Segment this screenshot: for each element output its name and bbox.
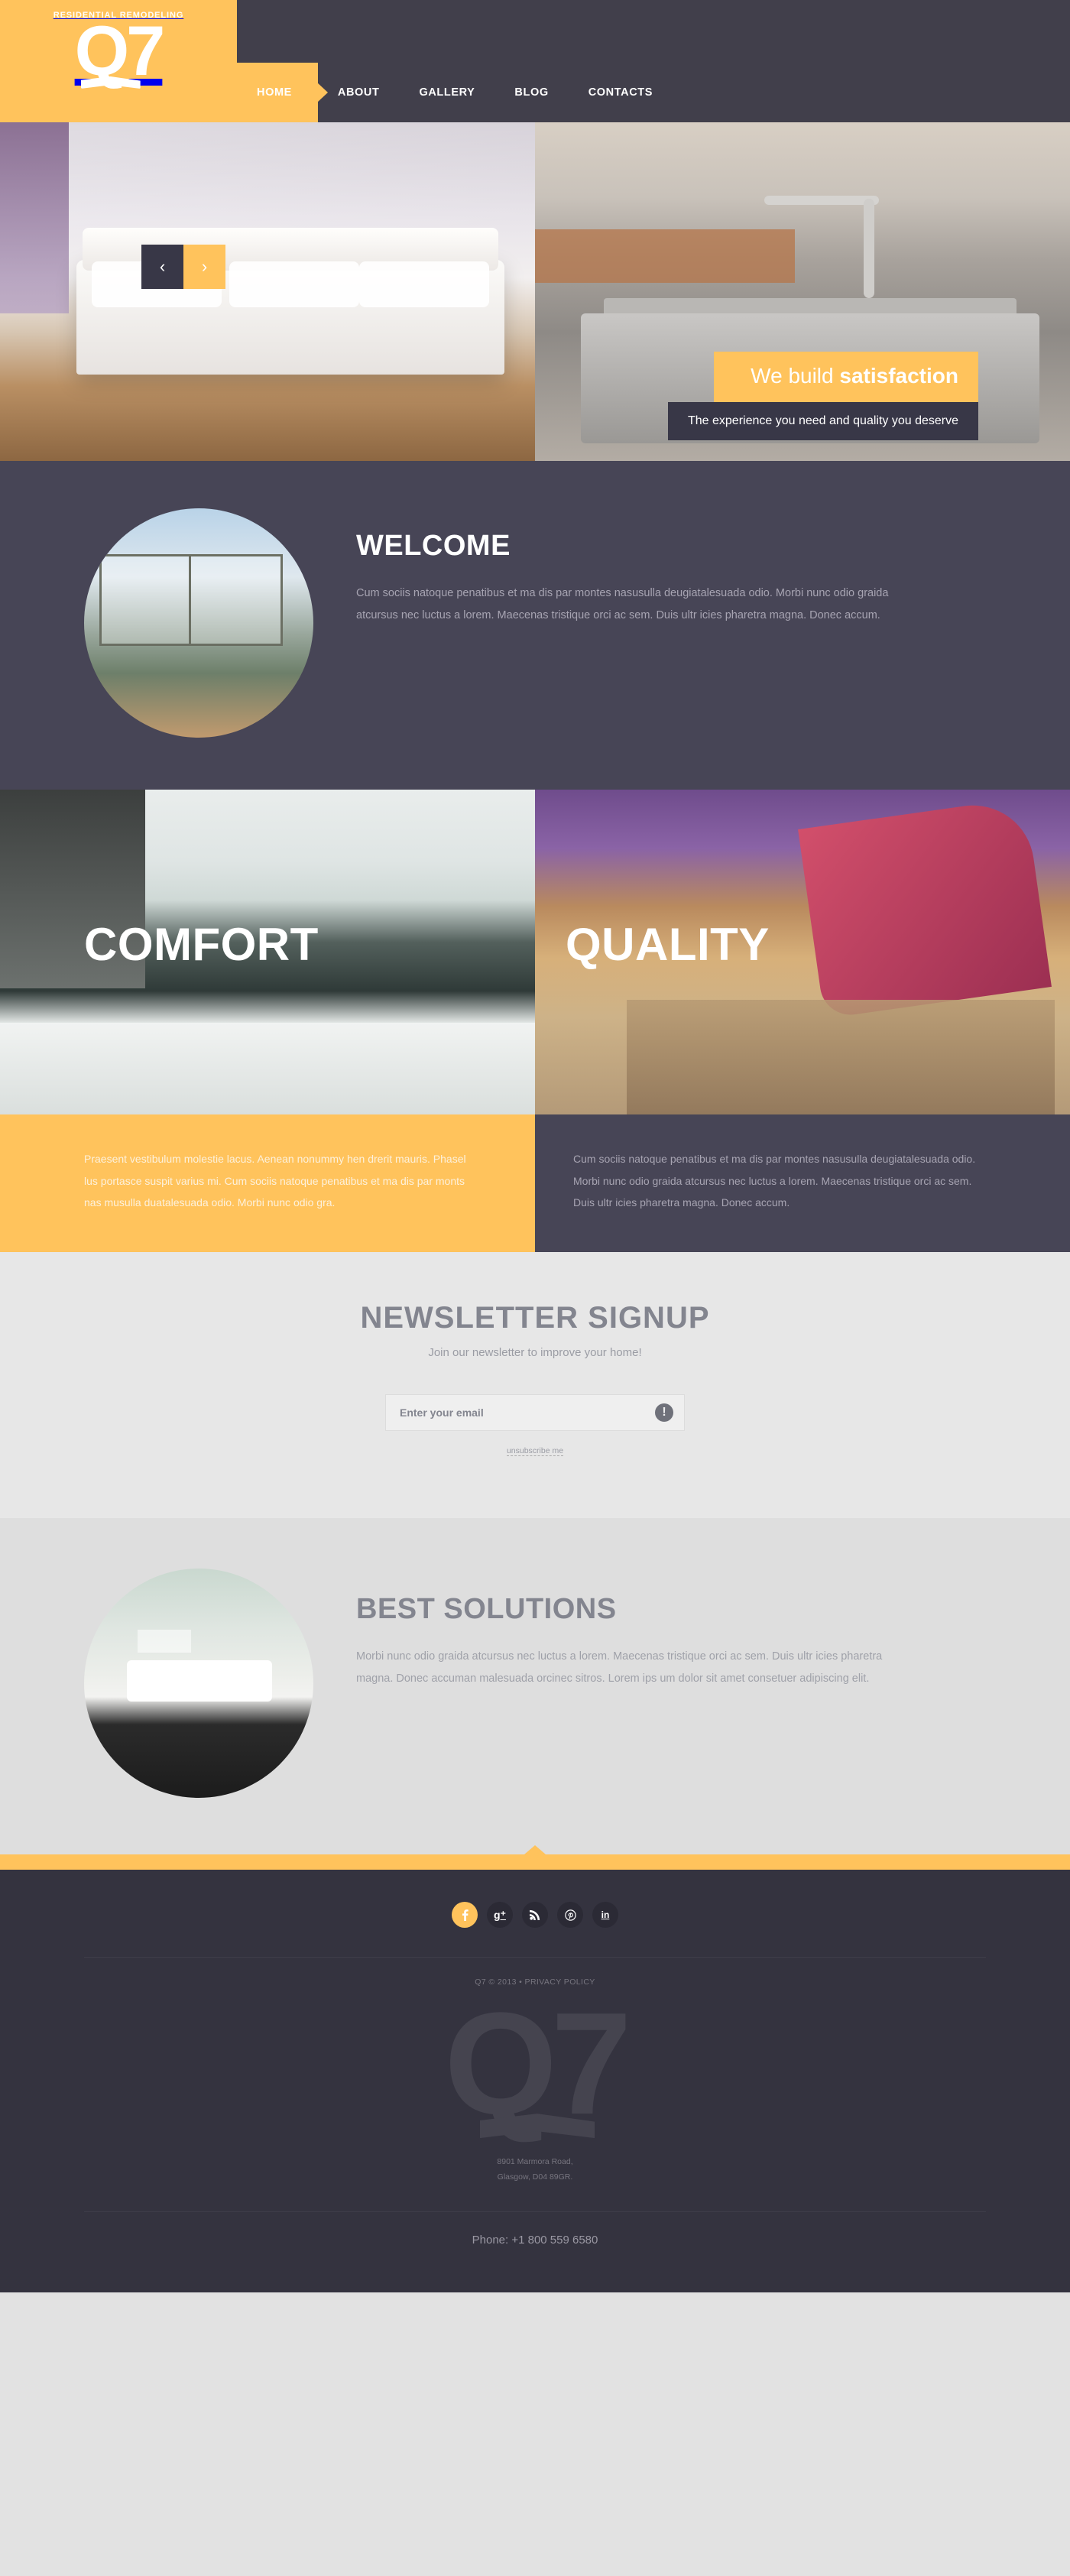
footer-address: 8901 Marmora Road, Glasgow, D04 89GR. — [0, 2155, 1070, 2185]
pinterest-icon[interactable] — [557, 1902, 583, 1929]
slider-next-button[interactable]: › — [183, 245, 225, 289]
nav-item-gallery[interactable]: GALLERY — [399, 63, 494, 122]
google-plus-icon[interactable]: g⁺ — [487, 1902, 513, 1929]
section-divider-bar — [0, 1854, 1070, 1870]
slide-caption-subtitle: The experience you need and quality you … — [667, 402, 978, 440]
welcome-body: WELCOME Cum sociis natoque penatibus et … — [356, 508, 891, 627]
rss-icon[interactable] — [522, 1902, 548, 1929]
email-input[interactable] — [386, 1395, 655, 1431]
slide-caption: We build satisfaction The experience you… — [667, 352, 978, 440]
caption-lead-text: We build — [751, 364, 840, 388]
comfort-image: COMFORT — [0, 790, 535, 1114]
site-header: RESIDENTIAL REMODELING Q7 HOME ABOUT GAL… — [0, 0, 1070, 122]
nav-item-contacts[interactable]: CONTACTS — [569, 63, 673, 122]
main-navigation: HOME ABOUT GALLERY BLOG CONTACTS — [237, 63, 673, 122]
quality-text: Cum sociis natoque penatibus et ma dis p… — [535, 1114, 1070, 1253]
quality-image: QUALITY — [535, 790, 1070, 1114]
chevron-right-icon: › — [201, 257, 208, 276]
chevron-left-icon: ‹ — [159, 257, 166, 276]
address-line-2: Glasgow, D04 89GR. — [497, 2172, 573, 2182]
page-root: RESIDENTIAL REMODELING Q7 HOME ABOUT GAL… — [0, 0, 1070, 2292]
footer-divider — [84, 1957, 986, 1958]
best-solutions-image — [84, 1569, 313, 1799]
comfort-text: Praesent vestibulum molestie lacus. Aene… — [0, 1114, 535, 1253]
footer-watermark-logo: Q7 — [0, 1991, 1070, 2139]
newsletter-title: NEWSLETTER SIGNUP — [360, 1301, 710, 1335]
nav-item-about[interactable]: ABOUT — [318, 63, 400, 122]
cushion-shape — [359, 261, 489, 307]
newsletter-submit-button[interactable]: ! — [655, 1403, 673, 1423]
newsletter-section: NEWSLETTER SIGNUP Join our newsletter to… — [0, 1252, 1070, 1519]
slide-living-room-photo — [0, 122, 535, 461]
best-body: BEST SOLUTIONS Morbi nunc odio graida at… — [356, 1569, 922, 1690]
faucet-shape — [864, 199, 874, 298]
logo[interactable]: RESIDENTIAL REMODELING Q7 — [0, 0, 237, 122]
welcome-text: Cum sociis natoque penatibus et ma dis p… — [356, 587, 889, 621]
best-row: BEST SOLUTIONS Morbi nunc odio graida at… — [61, 1569, 1009, 1799]
feature-quality: QUALITY Cum sociis natoque penatibus et … — [535, 790, 1070, 1253]
welcome-section: WELCOME Cum sociis natoque penatibus et … — [0, 461, 1070, 790]
counter-shape — [535, 229, 795, 283]
basin-shape — [127, 1660, 272, 1702]
cushion-shape — [229, 261, 359, 307]
newsletter-subtitle: Join our newsletter to improve your home… — [428, 1346, 642, 1360]
nav-item-blog[interactable]: BLOG — [494, 63, 568, 122]
unsubscribe-link[interactable]: unsubscribe me — [506, 1446, 564, 1457]
features-section: COMFORT Praesent vestibulum molestie lac… — [0, 790, 1070, 1253]
best-solutions-text: Morbi nunc odio graida atcursus nec luct… — [356, 1650, 883, 1685]
logo-text: Q7 — [74, 12, 166, 90]
faucet-arm-shape — [764, 196, 879, 205]
slide-caption-title: We build satisfaction — [713, 352, 978, 402]
slider-controls: ‹ › — [141, 245, 225, 289]
best-solutions-section: BEST SOLUTIONS Morbi nunc odio graida at… — [0, 1518, 1070, 1855]
hero-slider: ‹ › We build satisfaction The experience… — [0, 122, 1070, 461]
logo-mark: Q7 — [74, 12, 166, 90]
google-plus-glyph: g⁺ — [494, 1909, 506, 1922]
linkedin-glyph: in — [601, 1909, 610, 1921]
quality-title: QUALITY — [566, 919, 770, 970]
nav-item-home[interactable]: HOME — [237, 63, 318, 122]
slider-prev-button[interactable]: ‹ — [141, 245, 183, 289]
comfort-title: COMFORT — [84, 919, 319, 970]
tile-shape — [138, 1630, 191, 1653]
site-footer: g⁺ in Q7 © 2013 • PRIVACY POLICY Q7 8901… — [0, 1870, 1070, 2292]
caption-strong-text: satisfaction — [839, 364, 958, 388]
facebook-icon[interactable] — [452, 1902, 478, 1929]
social-links: g⁺ in — [0, 1902, 1070, 1929]
newsletter-form: ! — [385, 1394, 685, 1432]
welcome-image — [84, 508, 313, 738]
exclamation-icon: ! — [662, 1406, 666, 1419]
footer-divider-2 — [84, 2211, 986, 2212]
welcome-title: WELCOME — [356, 530, 511, 562]
best-solutions-title: BEST SOLUTIONS — [356, 1593, 617, 1626]
linkedin-icon[interactable]: in — [592, 1902, 618, 1929]
nav-strip: HOME ABOUT GALLERY BLOG CONTACTS — [237, 63, 1070, 122]
address-line-1: 8901 Marmora Road, — [497, 2157, 573, 2167]
footer-phone: Phone: +1 800 559 6580 — [472, 2233, 598, 2247]
window-divider-shape — [99, 554, 191, 646]
feature-comfort: COMFORT Praesent vestibulum molestie lac… — [0, 790, 535, 1253]
welcome-row: WELCOME Cum sociis natoque penatibus et … — [61, 508, 1009, 738]
